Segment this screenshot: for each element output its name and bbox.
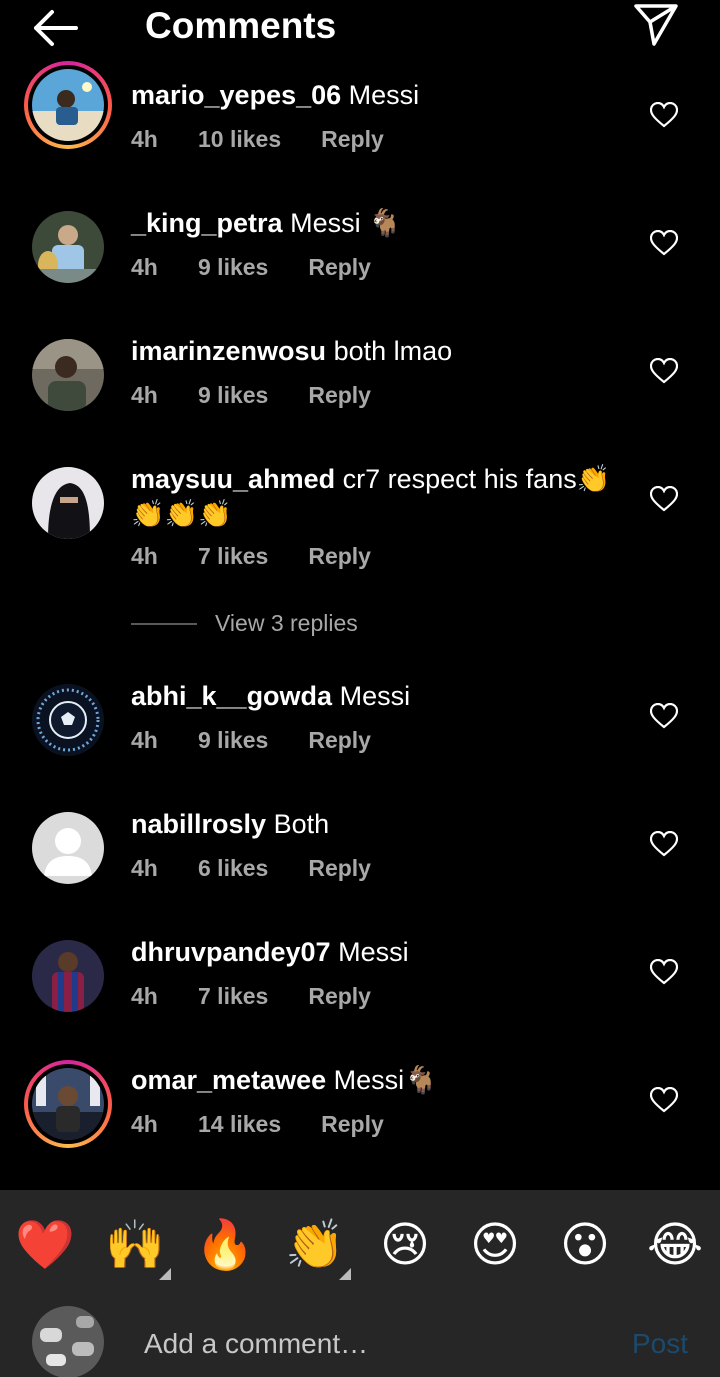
emoji-heart-eyes-button[interactable]: 😍 [465,1216,525,1276]
comment-meta: 4h 10 likes Reply [131,126,384,153]
comment-text: _king_petra Messi 🐐 [131,206,621,241]
emoji-surprised-button[interactable]: 😮 [555,1216,615,1276]
avatar [32,1068,104,1140]
comment-likes[interactable]: 14 likes [198,1111,281,1138]
comment-text: omar_metawee Messi🐐 [131,1063,621,1098]
comment-likes[interactable]: 9 likes [198,727,268,754]
comment-time: 4h [131,1111,158,1137]
comment-meta: 4h 7 likes Reply [131,543,371,570]
more-variants-indicator [339,1268,351,1280]
comment-username[interactable]: _king_petra [131,208,283,238]
emoji-fire-button[interactable]: 🔥 [195,1216,255,1276]
reply-button[interactable]: Reply [308,855,371,882]
current-user-avatar [32,1306,104,1377]
emoji-heart-button[interactable]: ❤️ [15,1216,75,1276]
comment-body: both lmao [333,336,453,366]
comment-body: Messi 🐐 [290,208,402,238]
comment-likes[interactable]: 9 likes [198,254,268,281]
emoji-raised-hands: 🙌 [105,1219,165,1272]
comment-body: Messi [348,80,420,110]
comment-time: 4h [131,855,158,881]
emoji-reaction-bar: ❤️ 🙌 🔥 👏 😢 😍 😮 😂 Post [0,1190,720,1377]
avatar-story-ring[interactable] [24,1060,112,1148]
reply-button[interactable]: Reply [321,1111,384,1138]
comment-likes[interactable]: 7 likes [198,543,268,570]
comment-likes[interactable]: 9 likes [198,382,268,409]
comment-body: Messi🐐 [333,1065,438,1095]
comment-body: Both [273,809,330,839]
comment-text: dhruvpandey07 Messi [131,935,621,970]
heart-icon[interactable] [650,703,678,729]
reply-button[interactable]: Reply [321,126,384,153]
heart-icon[interactable] [650,486,678,512]
emoji-raised-hands-button[interactable]: 🙌 [105,1216,171,1280]
avatar [32,69,104,141]
comment-likes[interactable]: 7 likes [198,983,268,1010]
comment-text: abhi_k__gowda Messi [131,679,621,714]
heart-icon[interactable] [650,102,678,128]
emoji-laughing-button[interactable]: 😂 [645,1216,705,1276]
comment-time: 4h [131,983,158,1009]
comment-time: 4h [131,126,158,152]
comment-list[interactable]: mario_yepes_06 Messi 4h 10 likes Reply _ki… [0,0,720,1190]
comment-input[interactable] [144,1324,604,1364]
comment-meta: 4h 9 likes Reply [131,382,371,409]
emoji-crying-button[interactable]: 😢 [375,1216,435,1276]
comment-time: 4h [131,382,158,408]
heart-icon[interactable] [650,1087,678,1113]
heart-icon[interactable] [650,831,678,857]
avatar[interactable] [32,684,104,756]
comment-text: maysuu_ahmed cr7 respect his fans👏👏👏👏 [131,462,621,532]
more-variants-indicator [159,1268,171,1280]
heart-icon[interactable] [650,230,678,256]
comment-username[interactable]: dhruvpandey07 [131,937,331,967]
comment-likes[interactable]: 6 likes [198,855,268,882]
heart-icon[interactable] [650,959,678,985]
comment-time: 4h [131,727,158,753]
comment-username[interactable]: maysuu_ahmed [131,464,335,494]
avatar[interactable] [32,339,104,411]
reply-button[interactable]: Reply [308,254,371,281]
comment-time: 4h [131,543,158,569]
comment-body: Messi [339,681,411,711]
comment-body: Messi [338,937,409,967]
comment-meta: 4h 6 likes Reply [131,855,371,882]
comment-meta: 4h 9 likes Reply [131,727,371,754]
emoji-clap: 👏 [285,1219,345,1272]
view-replies-label: View 3 replies [215,610,358,636]
comment-username[interactable]: nabillrosly [131,809,266,839]
post-button[interactable]: Post [632,1328,688,1360]
comment-text: mario_yepes_06 Messi [131,78,621,113]
comment-username[interactable]: mario_yepes_06 [131,80,341,110]
comment-username[interactable]: imarinzenwosu [131,336,326,366]
comment-meta: 4h 14 likes Reply [131,1111,384,1138]
reply-button[interactable]: Reply [308,382,371,409]
comment-text: imarinzenwosu both lmao [131,334,621,369]
heart-icon[interactable] [650,358,678,384]
comment-username[interactable]: abhi_k__gowda [131,681,332,711]
avatar[interactable] [32,211,104,283]
comment-username[interactable]: omar_metawee [131,1065,326,1095]
comment-meta: 4h 7 likes Reply [131,983,371,1010]
avatar[interactable] [32,940,104,1012]
emoji-clap-button[interactable]: 👏 [285,1216,351,1280]
comment-text: nabillrosly Both [131,807,621,842]
avatar-story-ring[interactable] [24,61,112,149]
comment-meta: 4h 9 likes Reply [131,254,371,281]
comment-time: 4h [131,254,158,280]
comment-likes[interactable]: 10 likes [198,126,281,153]
divider [131,623,197,625]
reply-button[interactable]: Reply [308,983,371,1010]
avatar[interactable] [32,812,104,884]
reply-button[interactable]: Reply [308,543,371,570]
reply-button[interactable]: Reply [308,727,371,754]
avatar[interactable] [32,467,104,539]
